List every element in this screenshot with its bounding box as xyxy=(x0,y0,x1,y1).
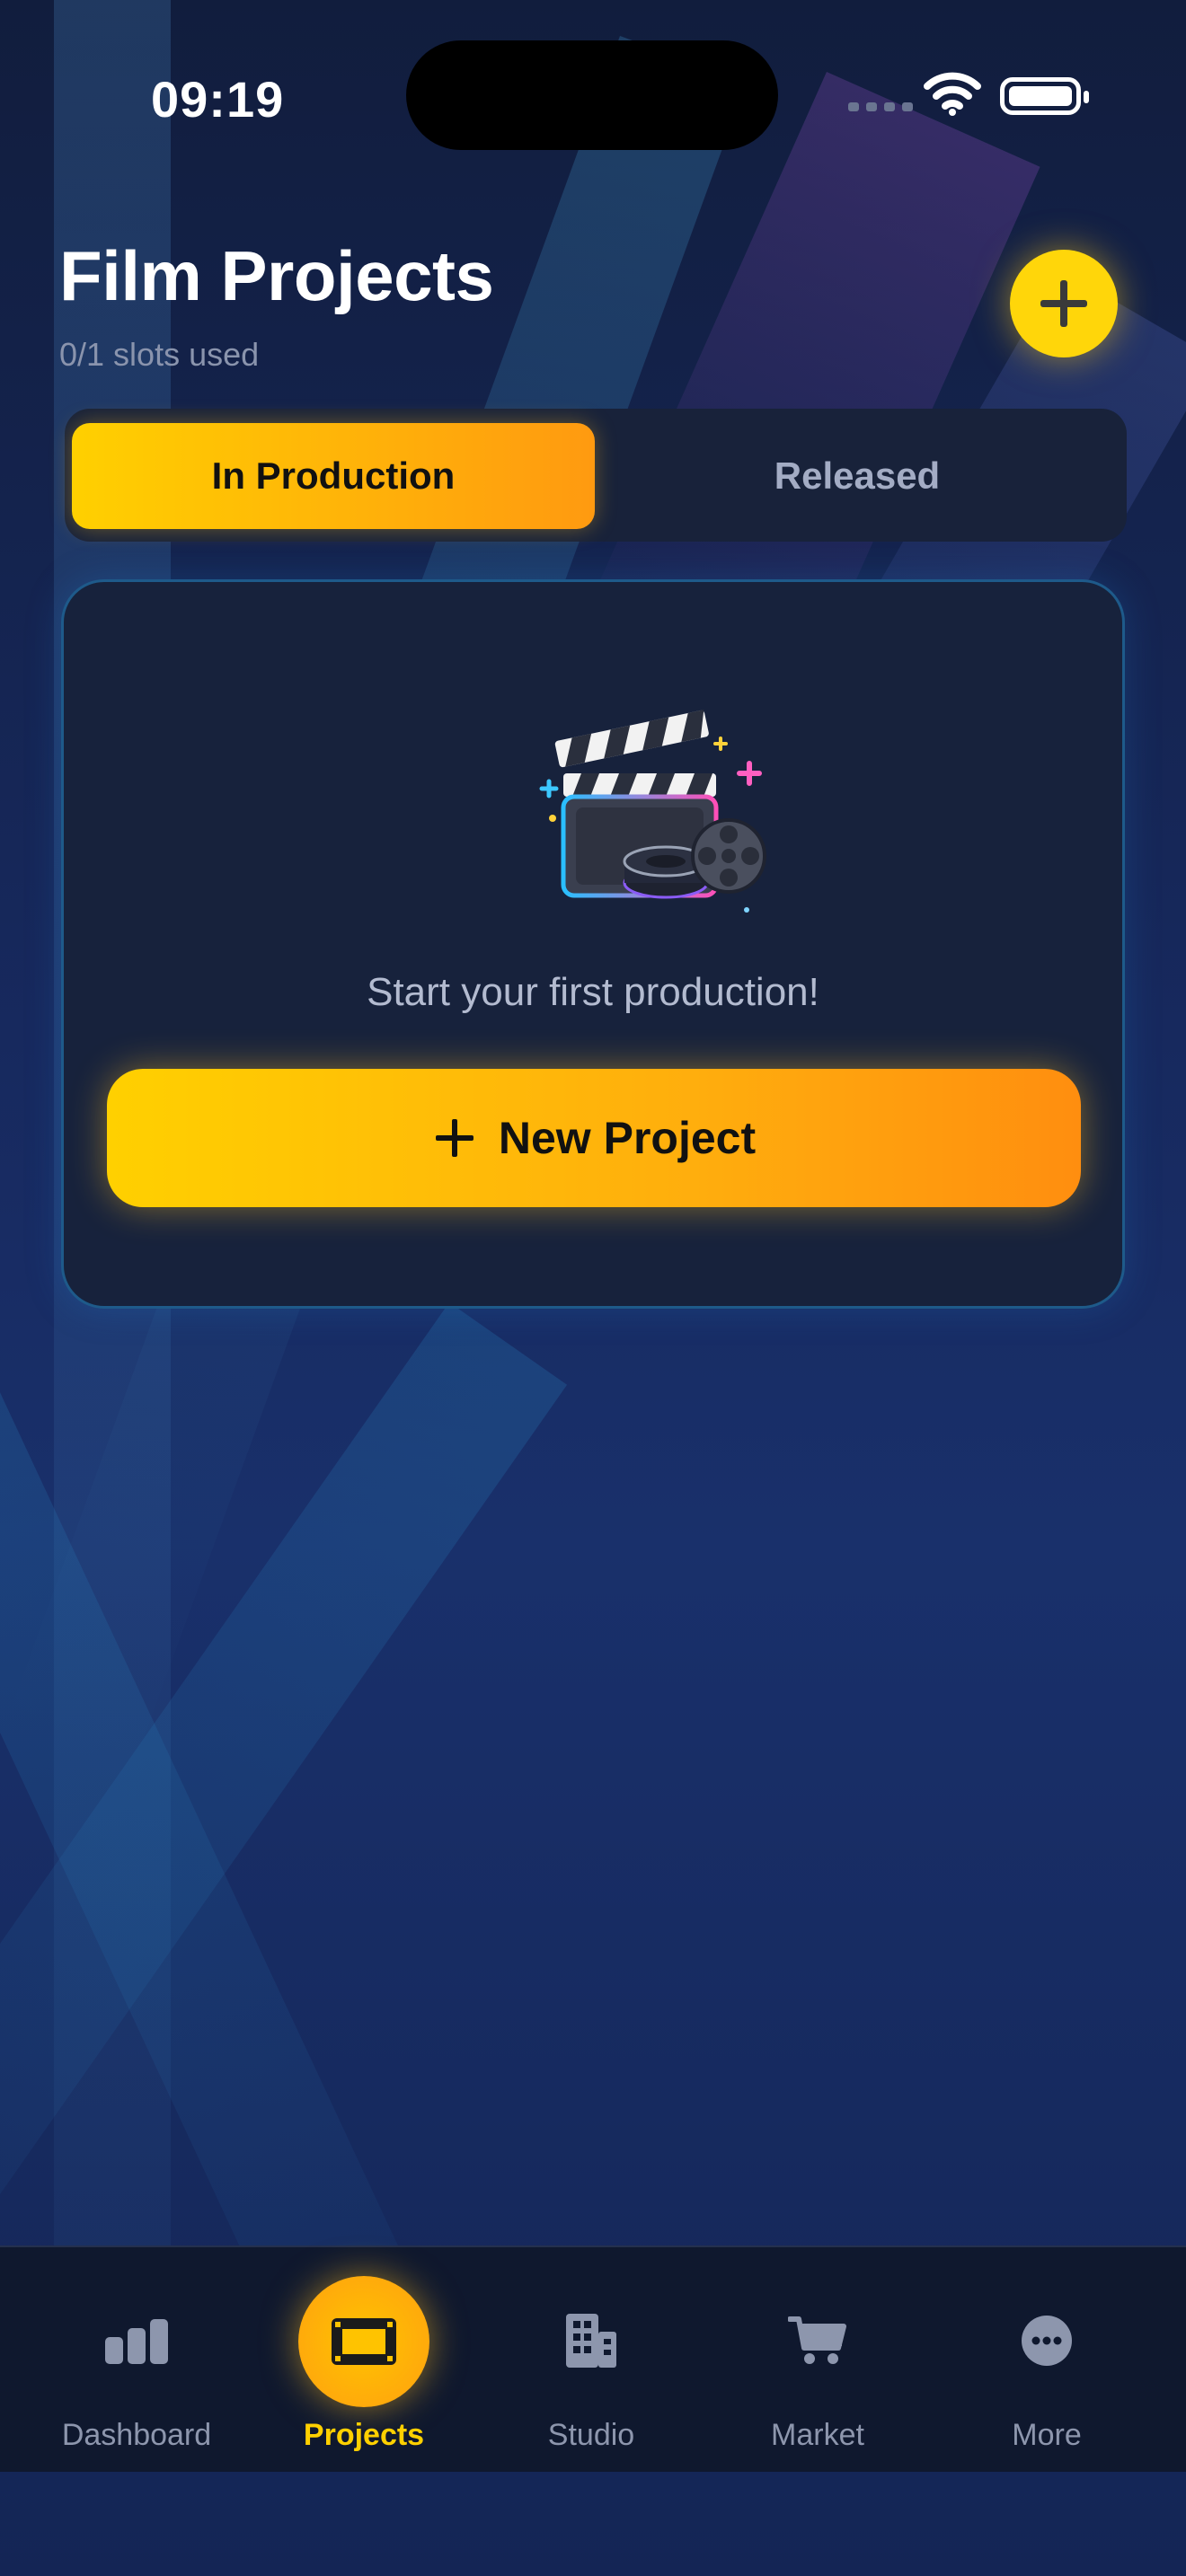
project-status-tabs: In Production Released xyxy=(65,409,1127,542)
empty-state-card: Start your first production! New Project xyxy=(61,579,1125,1309)
building-icon xyxy=(566,2314,616,2368)
bottom-navigation: Dashboard Projects Studio Market More xyxy=(0,2245,1186,2472)
nav-item-market[interactable]: Market xyxy=(719,2247,916,2474)
nav-label-studio: Studio xyxy=(547,2418,635,2452)
tab-in-production[interactable]: In Production xyxy=(72,423,595,529)
nav-item-dashboard[interactable]: Dashboard xyxy=(38,2247,235,2474)
page-title: Film Projects xyxy=(59,236,494,315)
add-project-button[interactable] xyxy=(1010,250,1118,357)
nav-item-projects[interactable]: Projects xyxy=(265,2247,463,2474)
nav-label-more: More xyxy=(1012,2418,1082,2452)
nav-label-dashboard: Dashboard xyxy=(61,2418,212,2452)
nav-item-studio[interactable]: Studio xyxy=(492,2247,690,2474)
app-screen: 09:19 Film Projects 0/1 slots used In Pr… xyxy=(0,0,1186,2576)
nav-label-projects: Projects xyxy=(303,2418,425,2452)
film-icon xyxy=(332,2318,396,2365)
plus-icon xyxy=(435,1119,474,1157)
more-icon xyxy=(1022,2316,1072,2366)
nav-item-more[interactable]: More xyxy=(948,2247,1146,2474)
background-light-beam xyxy=(0,1286,445,2406)
wifi-icon xyxy=(924,72,981,116)
new-project-label: New Project xyxy=(498,1113,757,1163)
background-light-beam xyxy=(0,1302,568,2342)
nav-label-market: Market xyxy=(771,2418,864,2452)
battery-icon xyxy=(1000,77,1089,115)
dynamic-island xyxy=(406,40,778,150)
tab-released[interactable]: Released xyxy=(595,423,1120,529)
cart-icon xyxy=(788,2316,846,2364)
slots-used-label: 0/1 slots used xyxy=(59,336,260,373)
new-project-button[interactable]: New Project xyxy=(107,1069,1081,1207)
bar-chart-icon xyxy=(105,2319,168,2364)
clapperboard-icon xyxy=(539,710,766,913)
status-time: 09:19 xyxy=(151,71,285,128)
cellular-signal-icon xyxy=(848,102,913,111)
plus-icon xyxy=(1040,280,1087,327)
empty-state-message: Start your first production! xyxy=(367,970,819,1014)
